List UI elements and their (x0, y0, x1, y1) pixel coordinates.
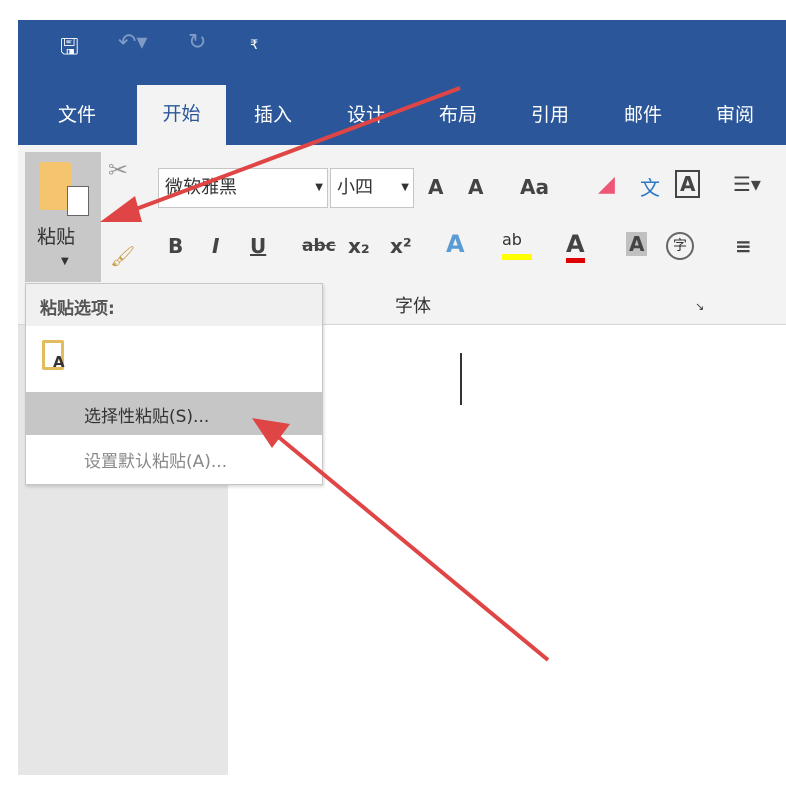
annotation-arrows (100, 86, 550, 662)
arrow-to-paste-special (268, 428, 550, 662)
arrow-to-paste (119, 86, 461, 217)
arrowhead-paste (100, 196, 142, 222)
